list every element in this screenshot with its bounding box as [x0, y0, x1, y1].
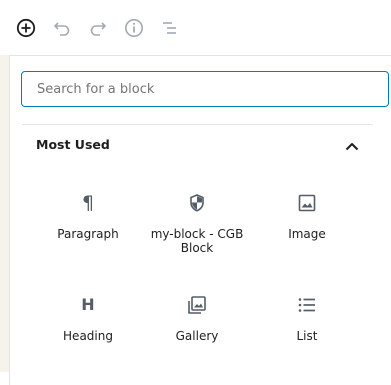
chevron-up-icon	[345, 142, 359, 150]
redo-icon	[90, 22, 106, 36]
block-item-image[interactable]: Image	[259, 182, 355, 272]
block-navigation-button[interactable]	[156, 14, 184, 42]
block-item-my-block[interactable]: my-block - CGB Block	[149, 182, 245, 272]
editor-toolbar	[0, 0, 391, 55]
undo-button[interactable]	[48, 14, 76, 42]
image-icon	[298, 192, 316, 214]
undo-icon	[54, 22, 70, 36]
section-divider	[22, 124, 373, 125]
section-title: Most Used	[36, 137, 110, 152]
redo-button[interactable]	[84, 14, 112, 42]
block-label: Image	[288, 227, 326, 241]
plus-circle-icon	[16, 18, 36, 38]
outline-list-icon	[163, 22, 176, 34]
editor-background-edge	[0, 55, 9, 372]
info-icon	[125, 19, 143, 37]
block-item-gallery[interactable]: Gallery	[149, 284, 245, 374]
block-search-input[interactable]	[21, 71, 389, 107]
paragraph-icon: ¶	[81, 192, 95, 214]
add-block-button[interactable]	[12, 14, 40, 42]
shield-icon	[189, 192, 205, 214]
content-info-button[interactable]	[120, 14, 148, 42]
block-label: List	[296, 329, 318, 343]
block-item-heading[interactable]: H Heading	[40, 284, 136, 374]
section-collapse-button[interactable]	[341, 137, 363, 155]
list-icon	[298, 294, 316, 316]
gallery-icon	[187, 294, 207, 316]
block-label: my-block - CGB Block	[150, 227, 244, 255]
block-label: Heading	[63, 329, 113, 343]
block-item-list[interactable]: List	[259, 284, 355, 374]
block-label: Paragraph	[57, 227, 119, 241]
block-item-paragraph[interactable]: ¶ Paragraph	[40, 182, 136, 272]
heading-icon: H	[81, 295, 95, 314]
block-label: Gallery	[175, 329, 219, 343]
